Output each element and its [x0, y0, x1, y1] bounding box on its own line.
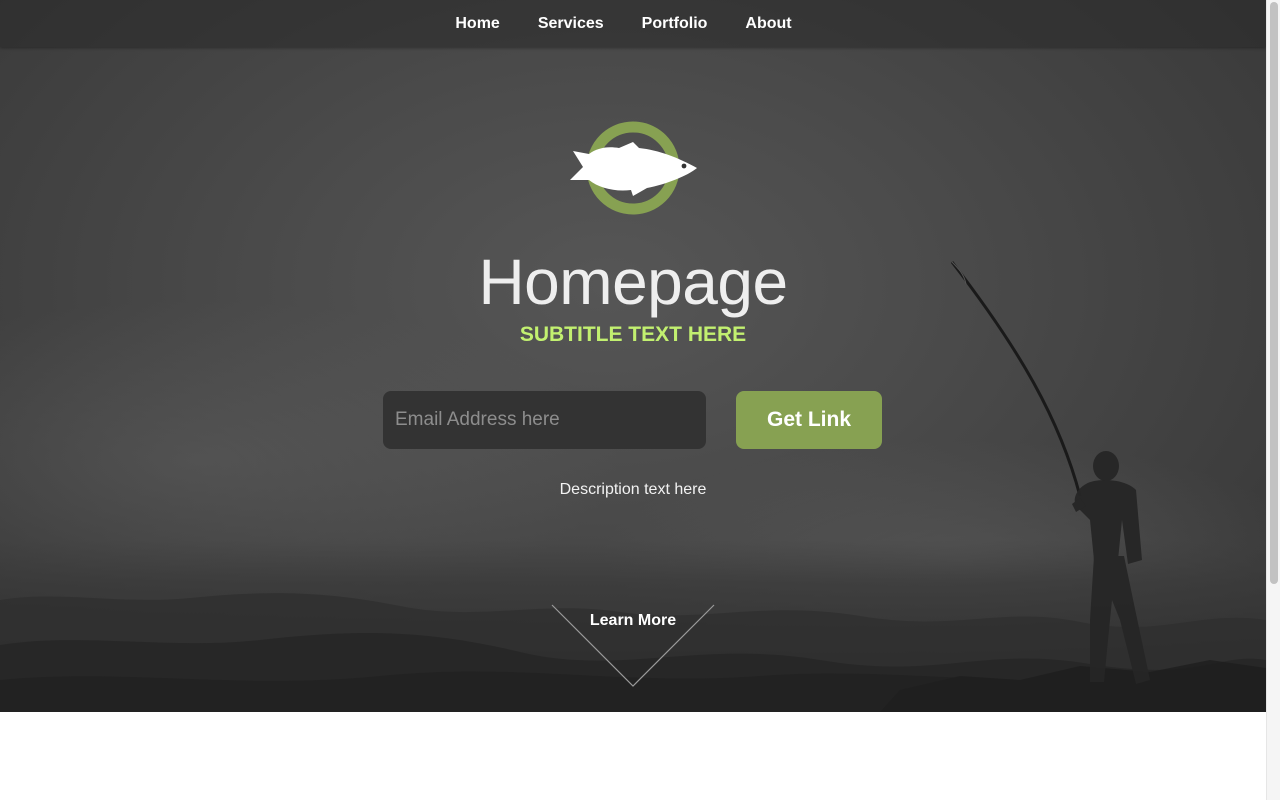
- page: Home Services Portfolio About Homepage S…: [0, 0, 1266, 800]
- hero-section: Home Services Portfolio About Homepage S…: [0, 0, 1266, 712]
- nav-item-about[interactable]: About: [745, 0, 791, 47]
- nav-item-portfolio[interactable]: Portfolio: [642, 0, 708, 47]
- learn-more-label: Learn More: [589, 612, 677, 629]
- nav-item-services[interactable]: Services: [538, 0, 604, 47]
- scrollbar-thumb[interactable]: [1270, 2, 1278, 584]
- learn-more-button[interactable]: Learn More: [551, 604, 715, 688]
- top-navbar: Home Services Portfolio About: [0, 0, 1266, 47]
- page-title: Homepage: [478, 246, 788, 318]
- page-subtitle: SUBTITLE TEXT HERE: [519, 323, 747, 346]
- nav-item-home[interactable]: Home: [455, 0, 499, 47]
- description-text: Description text here: [559, 481, 707, 498]
- vertical-scrollbar[interactable]: [1266, 0, 1280, 800]
- fish-circle-icon: [570, 121, 697, 215]
- get-link-button[interactable]: Get Link: [736, 391, 882, 449]
- email-field[interactable]: [383, 391, 706, 449]
- nav-list: Home Services Portfolio About: [0, 0, 1266, 47]
